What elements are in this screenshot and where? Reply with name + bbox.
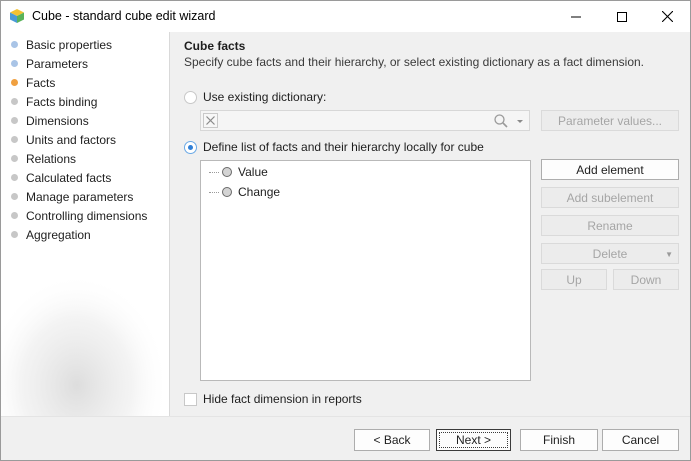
sidebar-item[interactable]: Aggregation: [1, 225, 169, 244]
step-status-icon: [11, 193, 18, 200]
sidebar-item-label: Relations: [26, 151, 77, 166]
down-button[interactable]: Down: [613, 269, 679, 290]
use-existing-radio[interactable]: [184, 91, 197, 104]
tree-connector: [209, 191, 219, 193]
add-element-button[interactable]: Add element: [541, 159, 679, 180]
sidebar-item[interactable]: Facts: [1, 73, 169, 92]
chevron-down-icon[interactable]: [513, 114, 527, 128]
title-bar: Cube - standard cube edit wizard: [1, 1, 690, 32]
wizard-steps-list: Basic properties Parameters Facts Facts bin…: [1, 35, 169, 244]
step-status-icon: [11, 136, 18, 143]
sidebar-item-label: Facts: [26, 75, 56, 90]
tree-item[interactable]: Value: [209, 163, 268, 181]
fact-node-icon: [222, 187, 232, 197]
define-local-label: Define list of facts and their hierarchy…: [203, 140, 484, 154]
sidebar-item-label: Units and factors: [26, 132, 117, 147]
chevron-down-icon: ▼: [665, 250, 673, 259]
sidebar-item-label: Calculated facts: [26, 170, 112, 185]
hide-fact-checkbox[interactable]: [184, 393, 197, 406]
sidebar-item[interactable]: Facts binding: [1, 92, 169, 111]
up-button[interactable]: Up: [541, 269, 607, 290]
maximize-icon: [617, 11, 627, 22]
parameter-values-button[interactable]: Parameter values...: [541, 110, 679, 131]
step-status-icon: [11, 231, 18, 238]
sidebar-item-label: Manage parameters: [26, 189, 134, 204]
define-local-radio[interactable]: [184, 141, 197, 154]
wizard-footer: < Back Next > Finish Cancel: [1, 417, 690, 460]
step-status-icon: [11, 117, 18, 124]
sidebar-item[interactable]: Relations: [1, 149, 169, 168]
sidebar-item[interactable]: Dimensions: [1, 111, 169, 130]
sidebar-item[interactable]: Basic properties: [1, 35, 169, 54]
step-status-icon: [11, 79, 18, 86]
sidebar-item[interactable]: Calculated facts: [1, 168, 169, 187]
fact-node-icon: [222, 167, 232, 177]
sidebar-item[interactable]: Units and factors: [1, 130, 169, 149]
page-description: Specify cube facts and their hierarchy, …: [184, 55, 645, 69]
sidebar-item-label: Dimensions: [26, 113, 89, 128]
delete-button-label: Delete: [592, 246, 628, 261]
step-status-icon: [11, 60, 18, 67]
sidebar-item-label: Controlling dimensions: [26, 208, 148, 223]
tree-item-label: Value: [238, 165, 268, 179]
cancel-button[interactable]: Cancel: [602, 429, 679, 451]
add-subelement-button[interactable]: Add subelement: [541, 187, 679, 208]
step-status-icon: [11, 212, 18, 219]
close-button[interactable]: [644, 1, 690, 32]
back-button[interactable]: < Back: [354, 429, 430, 451]
use-existing-label: Use existing dictionary:: [203, 90, 327, 104]
window-title: Cube - standard cube edit wizard: [32, 9, 216, 23]
delete-button[interactable]: Delete ▼: [541, 243, 679, 264]
sidebar-item-label: Facts binding: [26, 94, 98, 109]
step-status-icon: [11, 155, 18, 162]
finish-button[interactable]: Finish: [520, 429, 598, 451]
step-status-icon: [11, 174, 18, 181]
sidebar-item[interactable]: Controlling dimensions: [1, 206, 169, 225]
hide-fact-label: Hide fact dimension in reports: [203, 392, 362, 406]
tree-connector: [209, 171, 219, 173]
maximize-button[interactable]: [599, 1, 645, 32]
search-icon[interactable]: [493, 113, 509, 129]
dictionary-combo[interactable]: [200, 110, 530, 131]
facts-tree[interactable]: Value Change: [200, 160, 531, 381]
next-button[interactable]: Next >: [436, 429, 511, 451]
step-status-icon: [11, 41, 18, 48]
sidebar-item[interactable]: Manage parameters: [1, 187, 169, 206]
minimize-icon: [571, 16, 581, 17]
clear-icon[interactable]: [203, 113, 218, 128]
step-status-icon: [11, 98, 18, 105]
sidebar-item[interactable]: Parameters: [1, 54, 169, 73]
sidebar-item-label: Parameters: [26, 56, 89, 71]
minimize-button[interactable]: [553, 1, 599, 32]
wizard-window: Cube - standard cube edit wizard Basic p…: [0, 0, 691, 461]
close-icon: [661, 11, 673, 22]
tree-item-label: Change: [238, 185, 281, 199]
cube-icon: [10, 9, 24, 23]
rename-button[interactable]: Rename: [541, 215, 679, 236]
tree-item[interactable]: Change: [209, 183, 280, 201]
sidebar-item-label: Basic properties: [26, 37, 113, 52]
wizard-steps-panel: Basic properties Parameters Facts Facts bin…: [1, 32, 169, 416]
page-title: Cube facts: [184, 39, 246, 53]
main-content: Cube facts Specify cube facts and their …: [170, 32, 690, 416]
sidebar-item-label: Aggregation: [26, 227, 91, 242]
